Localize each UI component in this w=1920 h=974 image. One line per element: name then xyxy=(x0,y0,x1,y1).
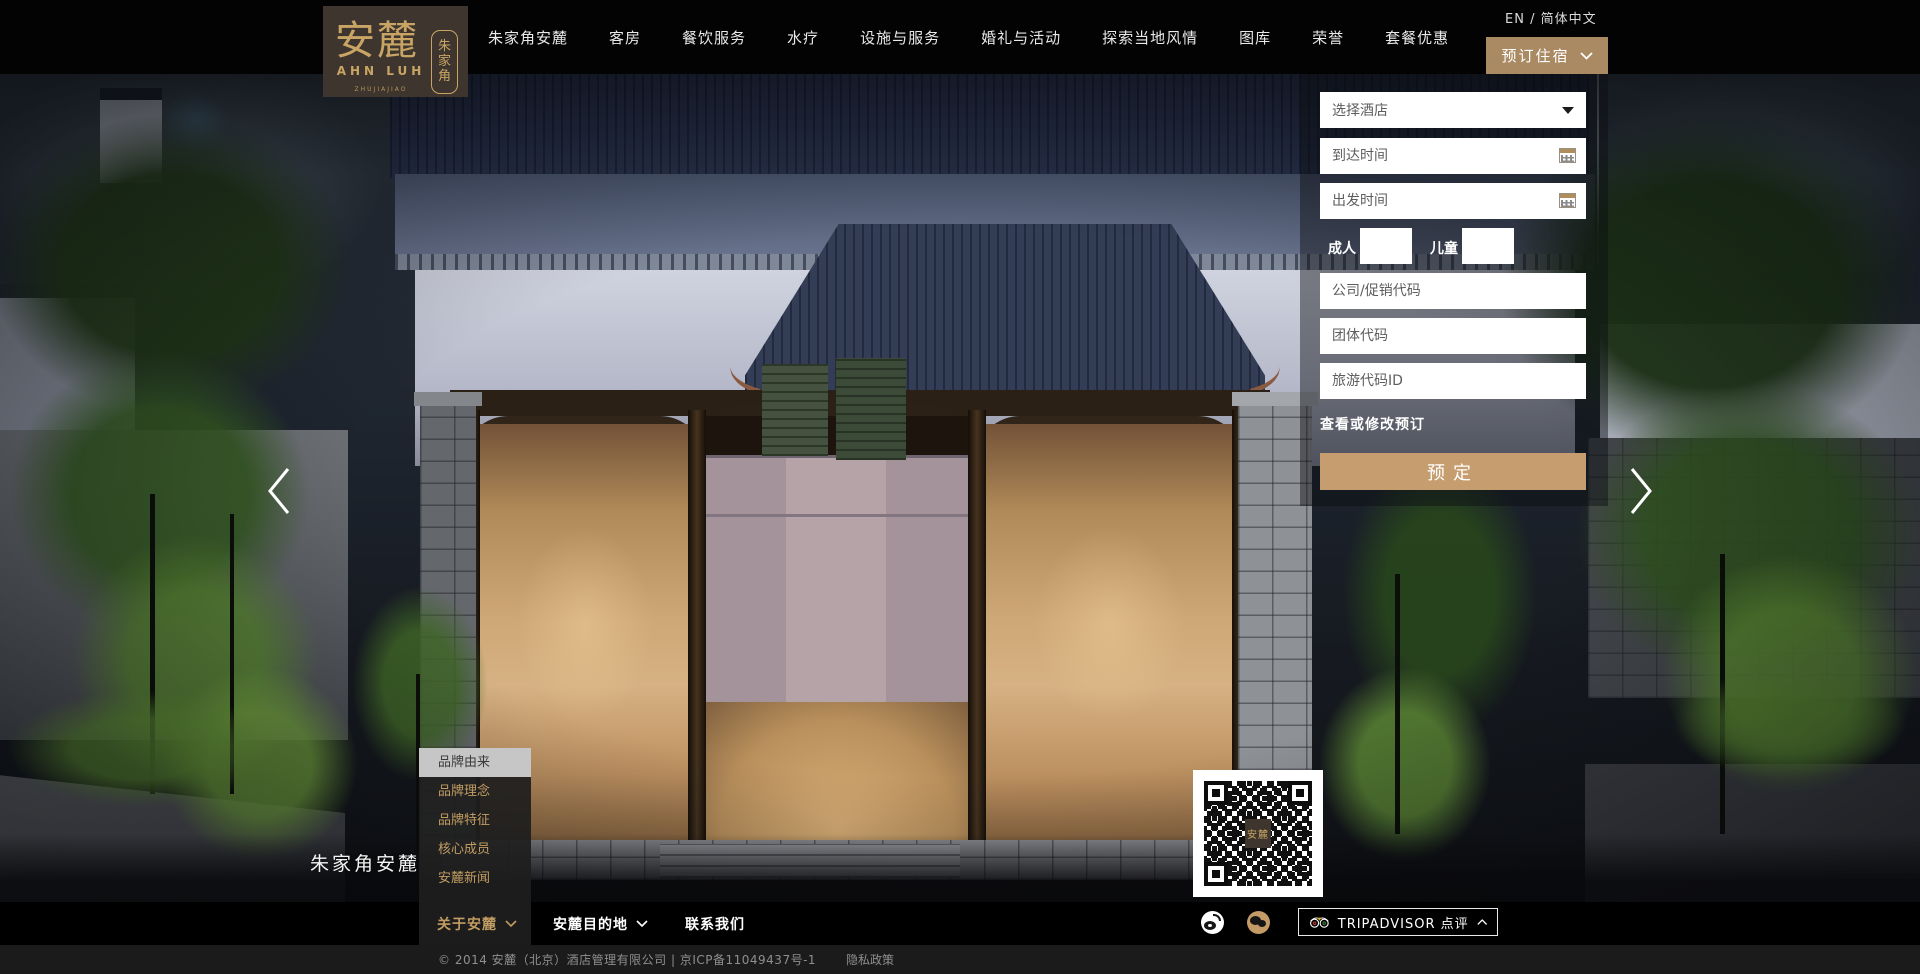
main-nav: 朱家角安麓 客房 餐饮服务 水疗 设施与服务 婚礼与活动 探索当地风情 图库 荣… xyxy=(488,0,1449,74)
wechat-qr-code: 安麓 xyxy=(1193,770,1323,897)
qr-finder xyxy=(1204,781,1228,805)
chevron-up-icon xyxy=(1477,918,1487,926)
chevron-down-icon xyxy=(1580,52,1593,60)
submenu-item-brand-features[interactable]: 品牌特征 xyxy=(419,806,531,835)
group-code-field xyxy=(1320,318,1586,354)
nav-item-awards[interactable]: 荣誉 xyxy=(1312,27,1344,48)
nav-item-gallery[interactable]: 图库 xyxy=(1239,27,1271,48)
travel-id-input[interactable] xyxy=(1320,363,1586,399)
bottom-link-destinations[interactable]: 安麓目的地 xyxy=(553,902,648,945)
arrival-date-input[interactable] xyxy=(1320,138,1586,174)
departure-date-input[interactable] xyxy=(1320,183,1586,219)
brand-logo[interactable]: 安麓 AHN LUH ZHUJIAJIAO 朱家角 xyxy=(323,6,468,97)
bottom-link-destinations-label: 安麓目的地 xyxy=(553,914,628,934)
ahnluh-homepage: 安麓 AHN LUH ZHUJIAJIAO 朱家角 朱家角安麓 客房 餐饮服务 … xyxy=(0,0,1920,974)
adults-label: 成人 xyxy=(1328,238,1356,258)
tripadvisor-button[interactable]: TRIPADVISOR 点评 xyxy=(1298,908,1498,936)
bottom-link-about[interactable]: 关于安麓 xyxy=(437,902,517,945)
qr-finder xyxy=(1288,781,1312,805)
nav-item-facilities[interactable]: 设施与服务 xyxy=(860,27,940,48)
next-arrow-icon[interactable] xyxy=(1626,464,1658,518)
weibo-icon[interactable] xyxy=(1201,911,1224,934)
book-stay-label: 预订住宿 xyxy=(1501,45,1569,66)
qr-pattern: 安麓 xyxy=(1204,781,1312,886)
language-switch[interactable]: EN / 简体中文 xyxy=(1505,8,1597,27)
logo-badge: 朱家角 xyxy=(431,30,458,94)
arrival-date-field xyxy=(1320,138,1586,174)
tripadvisor-label: TRIPADVISOR 点评 xyxy=(1338,913,1469,932)
nav-item-spa[interactable]: 水疗 xyxy=(787,27,819,48)
submenu-item-core-members[interactable]: 核心成员 xyxy=(419,835,531,864)
booking-panel: 选择酒店 成人 儿童 查看或修改预订 预定 xyxy=(1300,74,1608,506)
group-code-input[interactable] xyxy=(1320,318,1586,354)
bottom-link-contact[interactable]: 联系我们 xyxy=(685,902,745,945)
hotel-select-field[interactable]: 选择酒店 xyxy=(1320,92,1586,128)
submenu-item-news[interactable]: 安麓新闻 xyxy=(419,864,531,893)
tripadvisor-owl-icon xyxy=(1309,914,1330,930)
children-input[interactable] xyxy=(1462,228,1514,264)
logo-cn-text: 安麓 xyxy=(335,18,427,64)
copyright-text: © 2014 安麓（北京）酒店管理有限公司 | 京ICP备11049437号-1 xyxy=(438,951,816,968)
calendar-icon[interactable] xyxy=(1559,193,1576,208)
dropdown-arrow-icon xyxy=(1562,107,1574,114)
nav-item-hotel[interactable]: 朱家角安麓 xyxy=(488,27,568,48)
travel-id-field xyxy=(1320,363,1586,399)
submenu-item-brand-origin[interactable]: 品牌由来 xyxy=(419,748,531,777)
privacy-policy-link[interactable]: 隐私政策 xyxy=(846,951,894,968)
modify-reservation-link[interactable]: 查看或修改预订 xyxy=(1320,414,1425,434)
booking-submit-button[interactable]: 预定 xyxy=(1320,453,1586,490)
nav-item-dining[interactable]: 餐饮服务 xyxy=(682,27,746,48)
chevron-down-icon xyxy=(636,920,648,927)
nav-item-rooms[interactable]: 客房 xyxy=(609,27,641,48)
nav-item-weddings[interactable]: 婚礼与活动 xyxy=(981,27,1061,48)
hotel-select-value: 选择酒店 xyxy=(1320,100,1388,120)
chevron-down-icon xyxy=(505,920,517,927)
bottom-bar xyxy=(0,902,1920,945)
prev-arrow-icon[interactable] xyxy=(262,464,294,518)
guests-row: 成人 儿童 xyxy=(1320,228,1586,264)
departure-date-field xyxy=(1320,183,1586,219)
bottom-link-contact-label: 联系我们 xyxy=(685,914,745,934)
promo-code-field xyxy=(1320,273,1586,309)
adults-input[interactable] xyxy=(1360,228,1412,264)
wechat-icon[interactable] xyxy=(1247,911,1270,934)
book-stay-button[interactable]: 预订住宿 xyxy=(1486,37,1608,74)
nav-item-offers[interactable]: 套餐优惠 xyxy=(1385,27,1449,48)
footer-bar: © 2014 安麓（北京）酒店管理有限公司 | 京ICP备11049437号-1… xyxy=(0,945,1920,974)
promo-code-input[interactable] xyxy=(1320,273,1586,309)
qr-center-logo: 安麓 xyxy=(1245,819,1271,848)
slide-caption: 朱家角安麓 xyxy=(310,849,420,876)
children-label: 儿童 xyxy=(1430,238,1458,258)
logo-sub-text: ZHUJIAJIAO xyxy=(335,86,427,93)
calendar-icon[interactable] xyxy=(1559,148,1576,163)
qr-finder xyxy=(1204,862,1228,886)
bottom-link-about-label: 关于安麓 xyxy=(437,914,497,934)
logo-en-text: AHN LUH xyxy=(335,64,427,78)
submenu-item-brand-philosophy[interactable]: 品牌理念 xyxy=(419,777,531,806)
nav-item-explore[interactable]: 探索当地风情 xyxy=(1102,27,1198,48)
